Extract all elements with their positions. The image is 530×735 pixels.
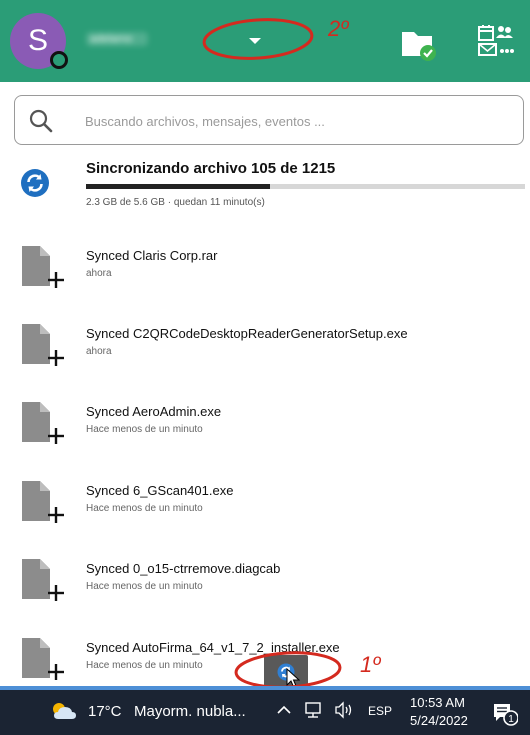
list-item[interactable]: Synced 0_o15-ctrremove.diagcab Hace meno…: [0, 555, 530, 617]
synced-file-icon: [22, 638, 64, 680]
open-folder-button[interactable]: [400, 26, 438, 62]
file-name: Synced C2QRCodeDesktopReaderGeneratorSet…: [86, 326, 408, 341]
taskbar: 17°C Mayorm. nubla... ESP 10:53 AM 5/24/…: [0, 690, 530, 735]
file-time: Hace menos de un minuto: [86, 660, 203, 671]
synced-file-icon: [22, 246, 64, 288]
search-box[interactable]: [14, 95, 524, 145]
sync-progress-bar: [86, 184, 525, 189]
notification-center-icon[interactable]: 1: [492, 702, 518, 726]
file-time: ahora: [86, 268, 112, 279]
file-name: Synced AutoFirma_64_v1_7_2_installer.exe: [86, 640, 340, 655]
synced-folder-icon: [402, 32, 436, 61]
notification-count: 1: [508, 714, 514, 725]
sync-detail: 2.3 GB de 5.6 GB · quedan 11 minuto(s): [86, 197, 265, 208]
account-dropdown-button[interactable]: [242, 30, 268, 52]
file-name: Synced Claris Corp.rar: [86, 248, 218, 263]
file-time: Hace menos de un minuto: [86, 424, 203, 435]
sync-icon: [21, 169, 49, 197]
file-name: Synced 6_GScan401.exe: [86, 483, 234, 498]
list-item[interactable]: Synced C2QRCodeDesktopReaderGeneratorSet…: [0, 320, 530, 382]
search-icon: [29, 109, 53, 133]
file-name: Synced AeroAdmin.exe: [86, 404, 222, 419]
chevron-down-icon: [249, 38, 261, 44]
list-item[interactable]: Synced 6_GScan401.exe Hace menos de un m…: [0, 477, 530, 539]
file-time: Hace menos de un minuto: [86, 581, 203, 592]
user-name[interactable]: adelamo: [86, 32, 148, 46]
sync-progress-fill: [86, 184, 271, 189]
calendar-contacts-mail-icon: [478, 25, 514, 56]
weather-description[interactable]: Mayorm. nubla...: [134, 703, 246, 720]
avatar-initial: S: [27, 24, 48, 57]
file-time: Hace menos de un minuto: [86, 503, 203, 514]
synced-file-icon: [22, 559, 64, 601]
synced-file-icon: [22, 402, 64, 444]
annotation-label-1: 1º: [360, 652, 381, 677]
presence-status-icon: [50, 51, 68, 69]
volume-icon[interactable]: [334, 701, 354, 719]
weather-temperature[interactable]: 17°C: [88, 703, 122, 720]
clock-date[interactable]: 5/24/2022: [410, 713, 468, 728]
network-icon[interactable]: [304, 701, 322, 719]
app-header: S adelamo: [0, 0, 530, 82]
list-item[interactable]: Synced Claris Corp.rar ahora: [0, 242, 530, 304]
sync-title: Sincronizando archivo 105 de 1215: [86, 160, 336, 177]
synced-file-icon: [22, 324, 64, 366]
list-item[interactable]: Synced AeroAdmin.exe Hace menos de un mi…: [0, 398, 530, 460]
file-name: Synced 0_o15-ctrremove.diagcab: [86, 561, 281, 576]
file-time: ahora: [86, 346, 112, 357]
search-input[interactable]: [85, 110, 505, 132]
sync-status: Sincronizando archivo 105 de 1215 2.3 GB…: [0, 155, 530, 215]
input-language[interactable]: ESP: [368, 704, 392, 718]
annotation-label-2: 2º: [328, 16, 349, 41]
chevron-up-icon[interactable]: [276, 702, 292, 718]
partly-cloudy-icon[interactable]: [50, 701, 78, 721]
synced-file-icon: [22, 481, 64, 523]
apps-button[interactable]: [476, 24, 516, 60]
clock-time[interactable]: 10:53 AM: [410, 695, 465, 710]
